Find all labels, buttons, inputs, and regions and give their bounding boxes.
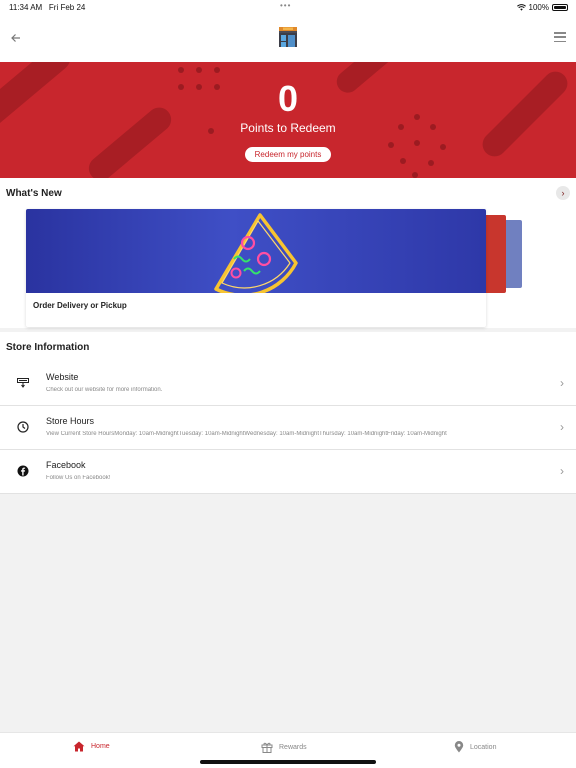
promo-card-label: Order Delivery or Pickup [33, 301, 127, 310]
tab-rewards-label: Rewards [279, 743, 307, 751]
hamburger-menu-icon-line-3 [554, 40, 566, 42]
home-icon [73, 741, 85, 752]
arrow-left-icon [11, 34, 20, 42]
hero-dot [178, 67, 184, 73]
row-title: Website [46, 372, 79, 382]
chevron-right-icon: › [560, 376, 564, 390]
status-time: 11:34 AM [9, 3, 43, 12]
hero-dot [196, 67, 202, 73]
store-information-title: Store Information [6, 342, 90, 353]
hero-dot [388, 142, 394, 148]
home-indicator[interactable] [200, 760, 376, 764]
battery-icon [552, 4, 568, 11]
status-time-date: 11:34 AM Fri Feb 24 [9, 3, 85, 12]
tab-home[interactable]: Home [73, 741, 110, 752]
website-icon [16, 376, 30, 390]
hero-dot [440, 144, 446, 150]
status-bar: 11:34 AM Fri Feb 24 ••• 100% [0, 0, 576, 14]
row-title: Facebook [46, 460, 86, 470]
menu-button[interactable] [554, 32, 566, 42]
map-pin-icon [454, 741, 464, 753]
store-info-row-hours[interactable]: Store Hours View Current Store HoursMond… [0, 406, 576, 450]
gift-icon [261, 742, 273, 753]
multitasking-dots-icon: ••• [280, 1, 292, 10]
whats-new-title: What's New [6, 188, 62, 199]
hero-dot [414, 140, 420, 146]
whats-new-next-button[interactable]: › [556, 186, 570, 200]
store-information-section: Store Information Website Check out our … [0, 332, 576, 494]
status-date: Fri Feb 24 [48, 3, 86, 12]
points-label: Points to Redeem [240, 121, 336, 135]
tab-rewards[interactable]: Rewards [261, 741, 307, 753]
storefront-icon [279, 27, 297, 47]
promo-card[interactable]: Order Delivery or Pickup [26, 209, 486, 327]
chevron-right-icon: › [560, 464, 564, 478]
hero-dot [400, 158, 406, 164]
row-subtitle: Follow Us on Facebook! [46, 475, 111, 481]
wifi-icon [516, 4, 526, 11]
hero-dot [428, 160, 434, 166]
points-hero-banner: 0 Points to Redeem Redeem my points [0, 62, 576, 178]
tab-home-label: Home [91, 743, 110, 750]
redeem-points-button[interactable]: Redeem my points [245, 147, 331, 162]
tab-location[interactable]: Location [454, 741, 496, 753]
back-button[interactable] [8, 30, 24, 46]
store-info-row-website[interactable]: Website Check out our website for more i… [0, 362, 576, 406]
store-info-row-facebook[interactable]: Facebook Follow Us on Facebook! › [0, 450, 576, 494]
chevron-right-icon: › [560, 420, 564, 434]
battery-percent: 100% [528, 3, 549, 12]
whats-new-section: What's New › Order Delivery or Pickup [0, 178, 576, 328]
clock-icon [16, 420, 30, 434]
facebook-icon [16, 464, 30, 478]
hamburger-menu-icon-line-1 [554, 32, 566, 34]
tab-location-label: Location [470, 743, 497, 751]
app-header [0, 14, 576, 62]
points-value: 0 [277, 78, 299, 119]
chevron-right-icon: › [561, 188, 565, 198]
row-subtitle: View Current Store HoursMonday: 10am-Mid… [46, 431, 447, 437]
promo-card-image [26, 209, 486, 297]
neon-pizza-slice-icon [214, 213, 298, 297]
row-title: Store Hours [46, 416, 95, 426]
status-right: 100% [516, 3, 568, 12]
hero-dot [214, 67, 220, 73]
carousel-card-peek[interactable] [484, 215, 506, 293]
hamburger-menu-icon-line-2 [554, 36, 566, 38]
row-subtitle: Check out our website for more informati… [46, 387, 163, 393]
